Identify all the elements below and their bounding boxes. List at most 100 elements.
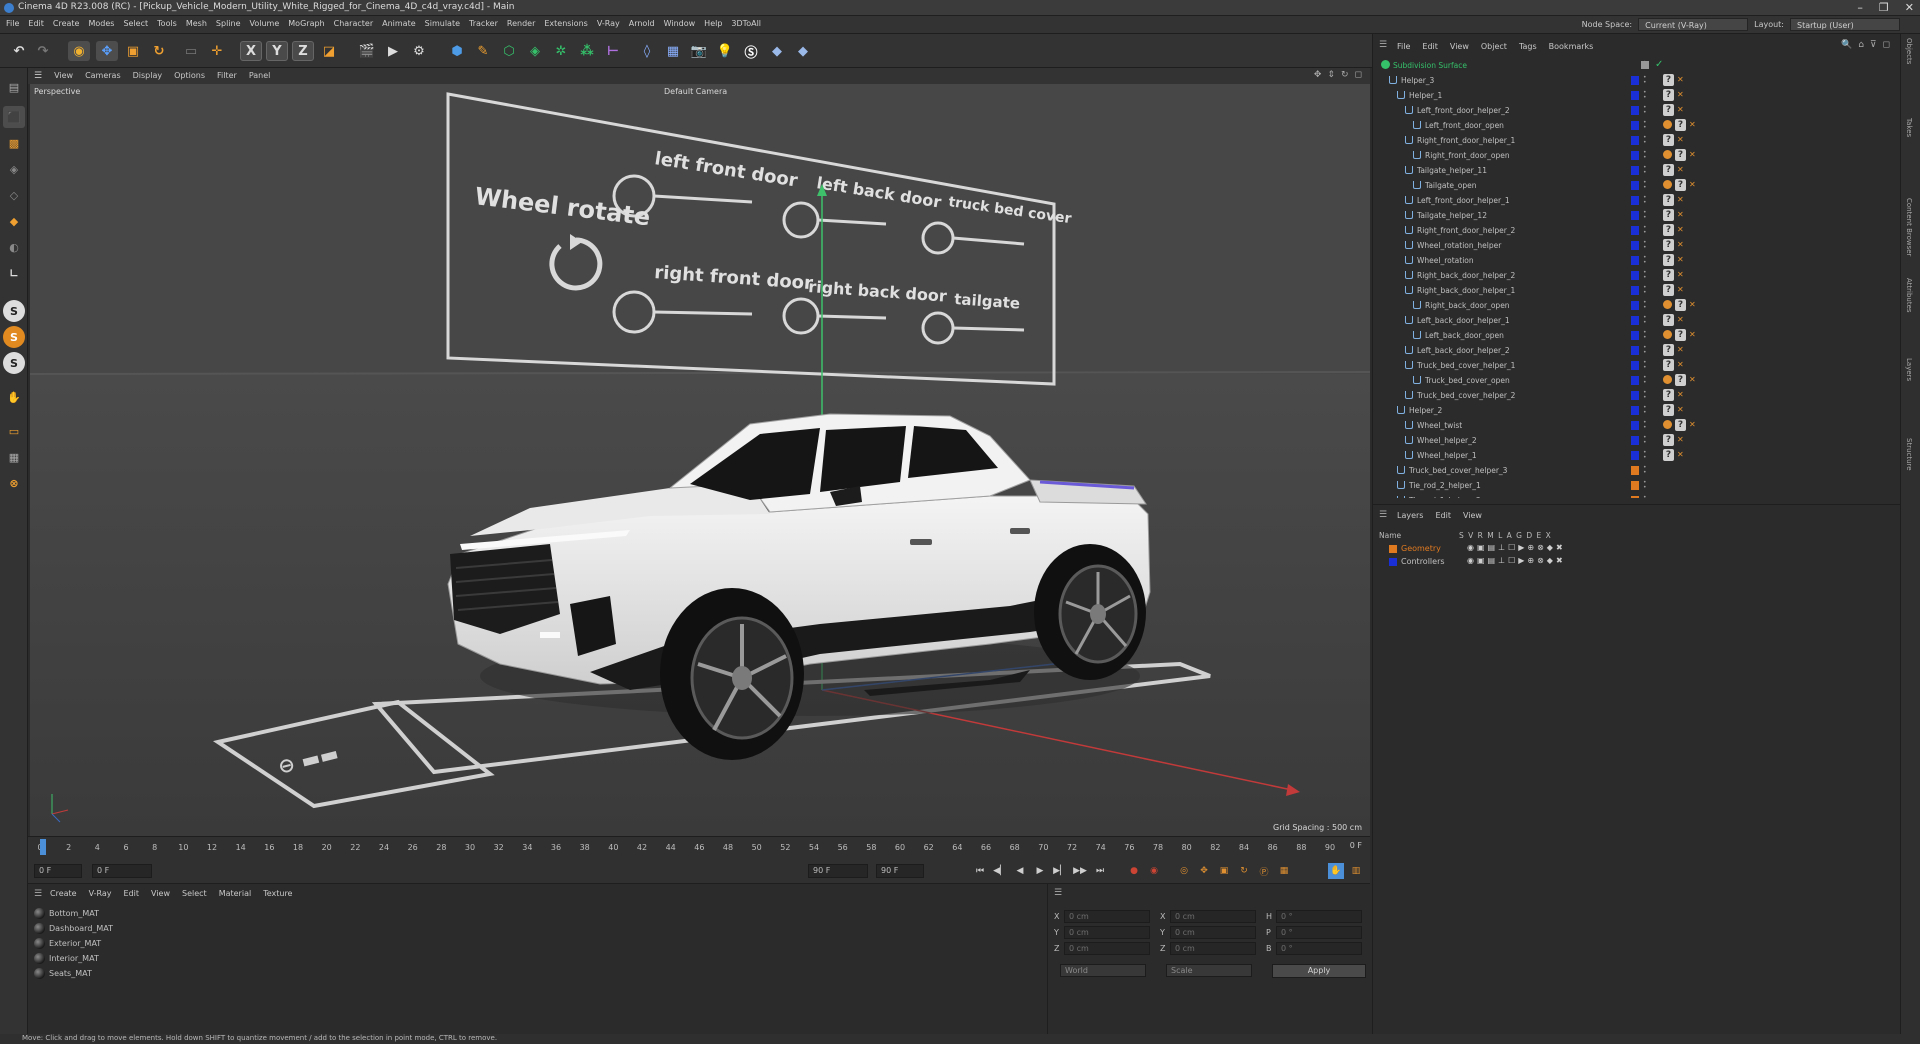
- constraint-tag-icon[interactable]: ✕: [1677, 390, 1684, 399]
- layer-color-swatch[interactable]: [1631, 121, 1639, 130]
- layer-tag-icon[interactable]: [1641, 61, 1649, 69]
- live-selection-icon[interactable]: ◉: [68, 41, 90, 61]
- object-row[interactable]: Left_back_door_helper_2 • •? ✕: [1373, 343, 1893, 358]
- material-item[interactable]: Bottom_MAT: [34, 906, 99, 920]
- object-row[interactable]: Subdivision Surface••✓: [1373, 58, 1893, 73]
- size-mode-dropdown[interactable]: Scale: [1166, 964, 1252, 977]
- xpresso-tag-icon[interactable]: ?: [1663, 194, 1674, 206]
- constraint-tag-icon[interactable]: ✕: [1689, 420, 1696, 429]
- constraint-tag-icon[interactable]: ✕: [1677, 135, 1684, 144]
- layer-color-swatch[interactable]: [1631, 301, 1639, 310]
- visibility-dots-icon[interactable]: ••: [1643, 300, 1647, 311]
- xpresso-tag-icon[interactable]: ?: [1663, 224, 1674, 236]
- menu-arnold[interactable]: Arnold: [629, 19, 655, 28]
- visibility-dots-icon[interactable]: ••: [1643, 195, 1647, 206]
- xpresso-tag-icon[interactable]: ?: [1675, 329, 1686, 341]
- layout-dropdown[interactable]: Startup (User): [1790, 18, 1900, 31]
- visibility-dots-icon[interactable]: ••: [1643, 120, 1647, 131]
- move-tool-icon[interactable]: ✥: [96, 41, 118, 61]
- object-row[interactable]: Wheel_rotation • •? ✕: [1373, 253, 1893, 268]
- pos-x-field[interactable]: 0 cm: [1064, 910, 1150, 923]
- next-frame-icon[interactable]: ▶▏: [1052, 863, 1068, 879]
- object-menu-bookmarks[interactable]: Bookmarks: [1549, 42, 1594, 51]
- object-row[interactable]: Tie_rod_1_helper_2 ••: [1373, 493, 1893, 498]
- python-script-icon[interactable]: ◆: [792, 41, 814, 61]
- timeline-ruler[interactable]: 0246810121416182022242628303234363840424…: [28, 836, 1370, 858]
- menu-select[interactable]: Select: [123, 19, 148, 28]
- material-menu-material[interactable]: Material: [219, 889, 252, 898]
- menu-simulate[interactable]: Simulate: [425, 19, 460, 28]
- menu-edit[interactable]: Edit: [28, 19, 44, 28]
- constraint-tag-icon[interactable]: ✕: [1677, 90, 1684, 99]
- object-row[interactable]: Wheel_helper_1 • •? ✕: [1373, 448, 1893, 463]
- constraint-tag-icon[interactable]: ✕: [1677, 315, 1684, 324]
- visibility-dots-icon[interactable]: ••: [1643, 465, 1647, 476]
- uv-mode-icon[interactable]: ◐: [3, 236, 25, 258]
- menu-window[interactable]: Window: [664, 19, 696, 28]
- protection-tag-icon[interactable]: [1663, 420, 1672, 429]
- points-mode-icon[interactable]: ◈: [3, 158, 25, 180]
- autokey-icon[interactable]: ◉: [1146, 863, 1162, 879]
- layer-color-swatch[interactable]: [1631, 136, 1639, 145]
- material-item[interactable]: Interior_MAT: [34, 951, 99, 965]
- mograph-icon[interactable]: ⁂: [576, 41, 598, 61]
- viewport-menu-filter[interactable]: Filter: [217, 71, 237, 81]
- protection-tag-icon[interactable]: [1663, 120, 1672, 129]
- camera-icon[interactable]: 📷: [688, 41, 710, 61]
- z-axis-lock-icon[interactable]: Z: [292, 41, 314, 61]
- constraint-tag-icon[interactable]: ✕: [1689, 180, 1696, 189]
- cube-object-icon[interactable]: ⬢: [446, 41, 468, 61]
- menu-tools[interactable]: Tools: [157, 19, 177, 28]
- truck-bed-cover-control[interactable]: [921, 221, 955, 255]
- scale-tool-icon[interactable]: ▣: [122, 41, 144, 61]
- visibility-dots-icon[interactable]: ••: [1643, 480, 1647, 491]
- object-row[interactable]: Right_back_door_helper_1 • •? ✕: [1373, 283, 1893, 298]
- object-row[interactable]: Helper_1 • •? ✕: [1373, 88, 1893, 103]
- layer-color-swatch[interactable]: [1631, 316, 1639, 325]
- viewport-maximize-icon[interactable]: ◻: [1355, 70, 1362, 80]
- xpresso-tag-icon[interactable]: ?: [1663, 314, 1674, 326]
- object-row[interactable]: Wheel_twist • •? ✕: [1373, 418, 1893, 433]
- layers-menu-icon[interactable]: ☰: [1379, 510, 1387, 520]
- layer-color-swatch[interactable]: [1631, 436, 1639, 445]
- visibility-dots-icon[interactable]: ••: [1643, 240, 1647, 251]
- viewport-rotate-icon[interactable]: ↻: [1341, 70, 1349, 80]
- constraint-tag-icon[interactable]: ✕: [1677, 210, 1684, 219]
- viewport-menu-cameras[interactable]: Cameras: [85, 71, 121, 81]
- extrude-icon[interactable]: ◈: [524, 41, 546, 61]
- object-row[interactable]: Truck_bed_cover_open • •? ✕: [1373, 373, 1893, 388]
- constraint-tag-icon[interactable]: ✕: [1677, 450, 1684, 459]
- protection-tag-icon[interactable]: [1663, 150, 1672, 159]
- object-row[interactable]: Left_front_door_helper_1 • •? ✕: [1373, 193, 1893, 208]
- menu-file[interactable]: File: [6, 19, 19, 28]
- xpresso-tag-icon[interactable]: ?: [1675, 374, 1686, 386]
- layer-color-swatch[interactable]: [1631, 196, 1639, 205]
- constraint-tag-icon[interactable]: ✕: [1677, 105, 1684, 114]
- constraint-tag-icon[interactable]: ✕: [1677, 435, 1684, 444]
- layer-color-swatch[interactable]: [1631, 76, 1639, 85]
- menu-character[interactable]: Character: [334, 19, 374, 28]
- protection-tag-icon[interactable]: [1663, 375, 1672, 384]
- visibility-dots-icon[interactable]: ••: [1643, 330, 1647, 341]
- keyframe-selection-icon[interactable]: ◎: [1176, 863, 1192, 879]
- home-icon[interactable]: ⌂: [1858, 40, 1864, 50]
- xpresso-tag-icon[interactable]: ?: [1663, 284, 1674, 296]
- minimize-button[interactable]: –: [1857, 1, 1863, 14]
- layer-color-swatch[interactable]: [1631, 166, 1639, 175]
- timeline-window-icon[interactable]: ▥: [1348, 863, 1364, 879]
- material-item[interactable]: Dashboard_MAT: [34, 921, 113, 935]
- visibility-dots-icon[interactable]: ••: [1643, 210, 1647, 221]
- layer-color-swatch[interactable]: [1631, 256, 1639, 265]
- material-menu-edit[interactable]: Edit: [124, 889, 140, 898]
- visibility-dots-icon[interactable]: ••: [1643, 225, 1647, 236]
- constraint-tag-icon[interactable]: ✕: [1677, 195, 1684, 204]
- viewport-menu-display[interactable]: Display: [133, 71, 163, 81]
- constraint-tag-icon[interactable]: ✕: [1677, 360, 1684, 369]
- xpresso-tag-icon[interactable]: ?: [1663, 74, 1674, 86]
- menu-spline[interactable]: Spline: [216, 19, 241, 28]
- previous-frame-icon[interactable]: ◀: [1012, 863, 1028, 879]
- menu-3dtoall[interactable]: 3DToAll: [731, 19, 761, 28]
- object-row[interactable]: Truck_bed_cover_helper_1 • •? ✕: [1373, 358, 1893, 373]
- left-back-door-control[interactable]: [782, 201, 820, 239]
- side-tab-structure[interactable]: Structure: [1905, 438, 1913, 471]
